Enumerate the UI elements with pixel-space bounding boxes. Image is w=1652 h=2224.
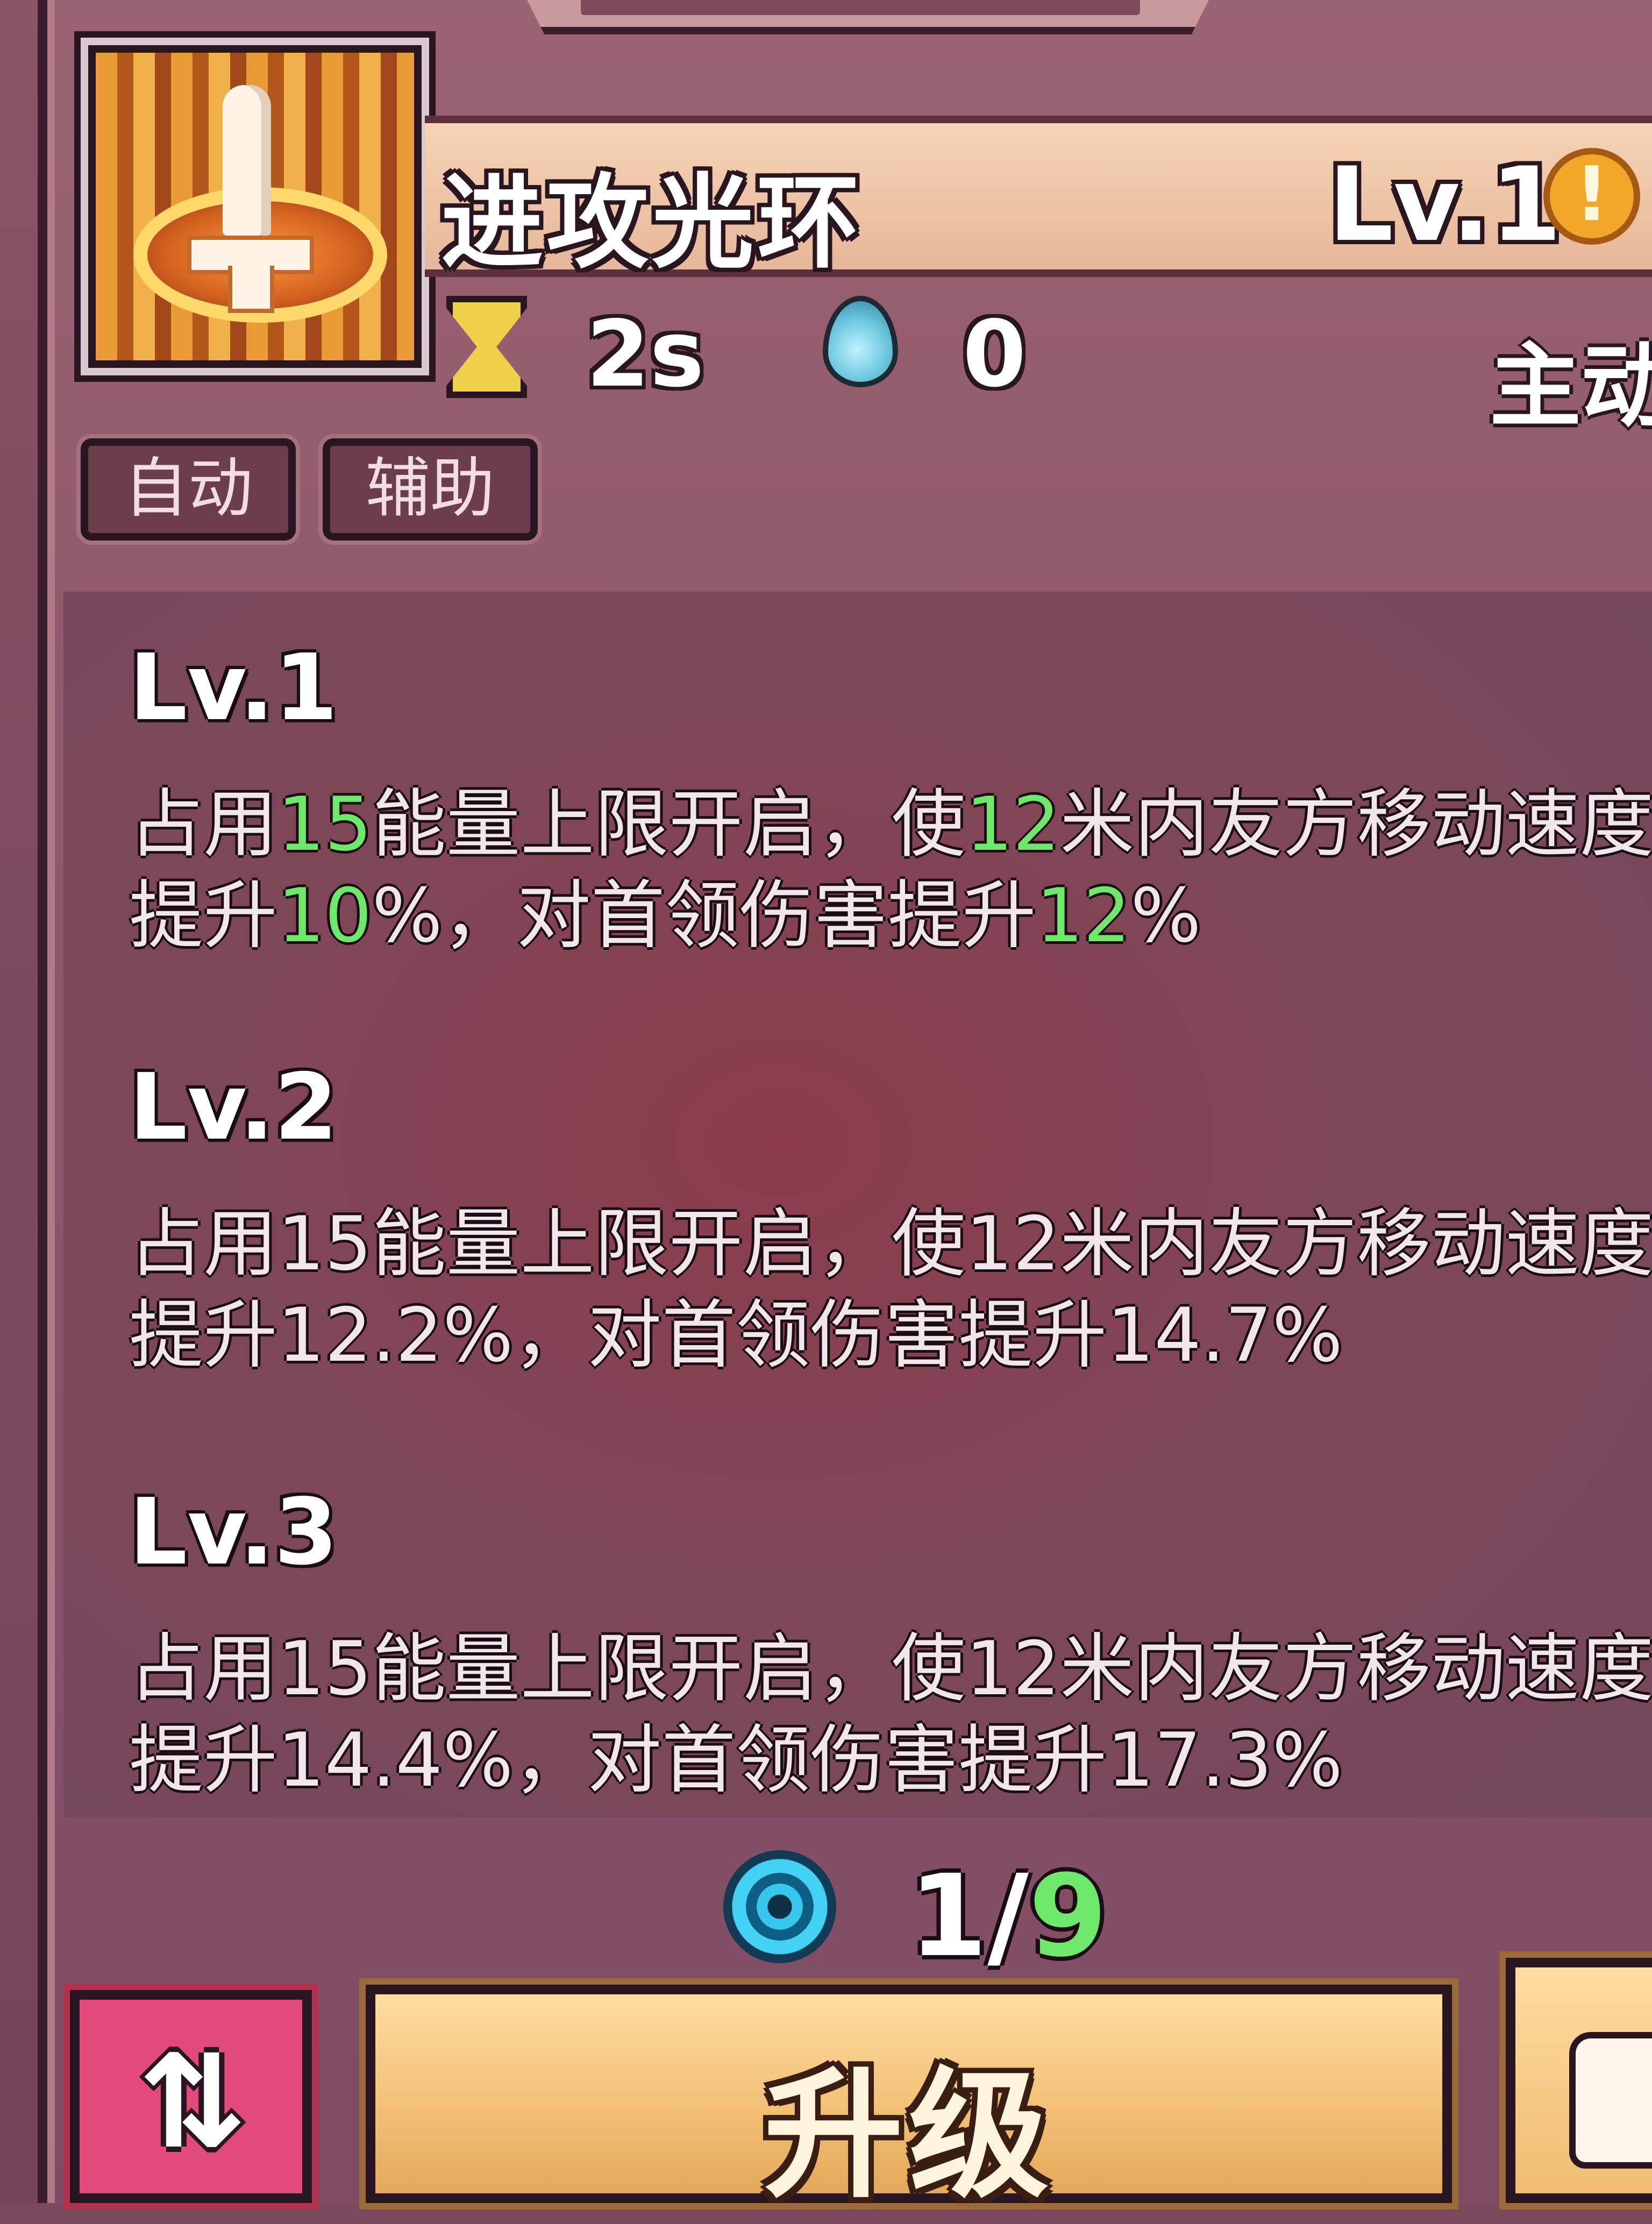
skill-type-label: 主动 [1490, 333, 1652, 440]
text-segment: 提升 [129, 872, 278, 959]
window-title-slot [581, 0, 1140, 15]
skill-name: 进攻光环 [441, 164, 863, 282]
swirl-orb-icon [723, 1850, 836, 1963]
cooldown-value: 2s [586, 301, 704, 408]
level-3-title: Lv.3 [129, 1479, 338, 1586]
value-highlight: 12 [965, 781, 1060, 868]
upgrade-progress: 1/9 [909, 1850, 1107, 1982]
level-2-title: Lv.2 [129, 1054, 338, 1161]
text-segment: 占用 [129, 781, 278, 868]
progress-required: 9 [1028, 1850, 1107, 1982]
value-highlight: 15 [277, 781, 372, 868]
text-segment: %，对首领伤害提升 [372, 872, 1036, 959]
tag-support: 辅助 [318, 434, 542, 545]
progress-current: 1/ [909, 1850, 1029, 1982]
sword-hilt-shape [228, 266, 274, 313]
alert-icon[interactable]: ! [1543, 148, 1640, 245]
thumbs-up-icon [1569, 2032, 1652, 2169]
upgrade-label: 升级 [764, 2055, 1054, 2217]
sword-aura-icon [74, 31, 436, 382]
level-1-line-2: 提升10%，对首领伤害提升12% [129, 855, 1201, 963]
like-button[interactable] [1499, 1951, 1652, 2209]
level-3-line-2: 提升14.4%，对首领伤害提升17.3% [129, 1717, 1343, 1803]
level-1-title: Lv.1 [129, 635, 338, 741]
level-2-line-2: 提升12.2%，对首领伤害提升14.7% [129, 1292, 1343, 1379]
value-highlight: 10 [277, 872, 372, 959]
text-segment: 能量上限开启，使 [372, 781, 966, 868]
refresh-button[interactable]: ⇅ [63, 1984, 318, 2209]
skill-icon-background [96, 53, 414, 360]
value-highlight: 12 [1036, 872, 1131, 959]
text-segment: 米内友方移动速度 [1060, 781, 1652, 868]
upgrade-button[interactable]: 升级 [359, 1978, 1458, 2217]
refresh-icon: ⇅ [138, 2027, 247, 2177]
text-segment: % [1130, 872, 1201, 959]
cost-value: 0 [963, 301, 1027, 408]
sword-blade-shape [223, 85, 271, 236]
tag-auto: 自动 [76, 434, 300, 545]
skill-level: Lv.1 [1328, 145, 1562, 264]
